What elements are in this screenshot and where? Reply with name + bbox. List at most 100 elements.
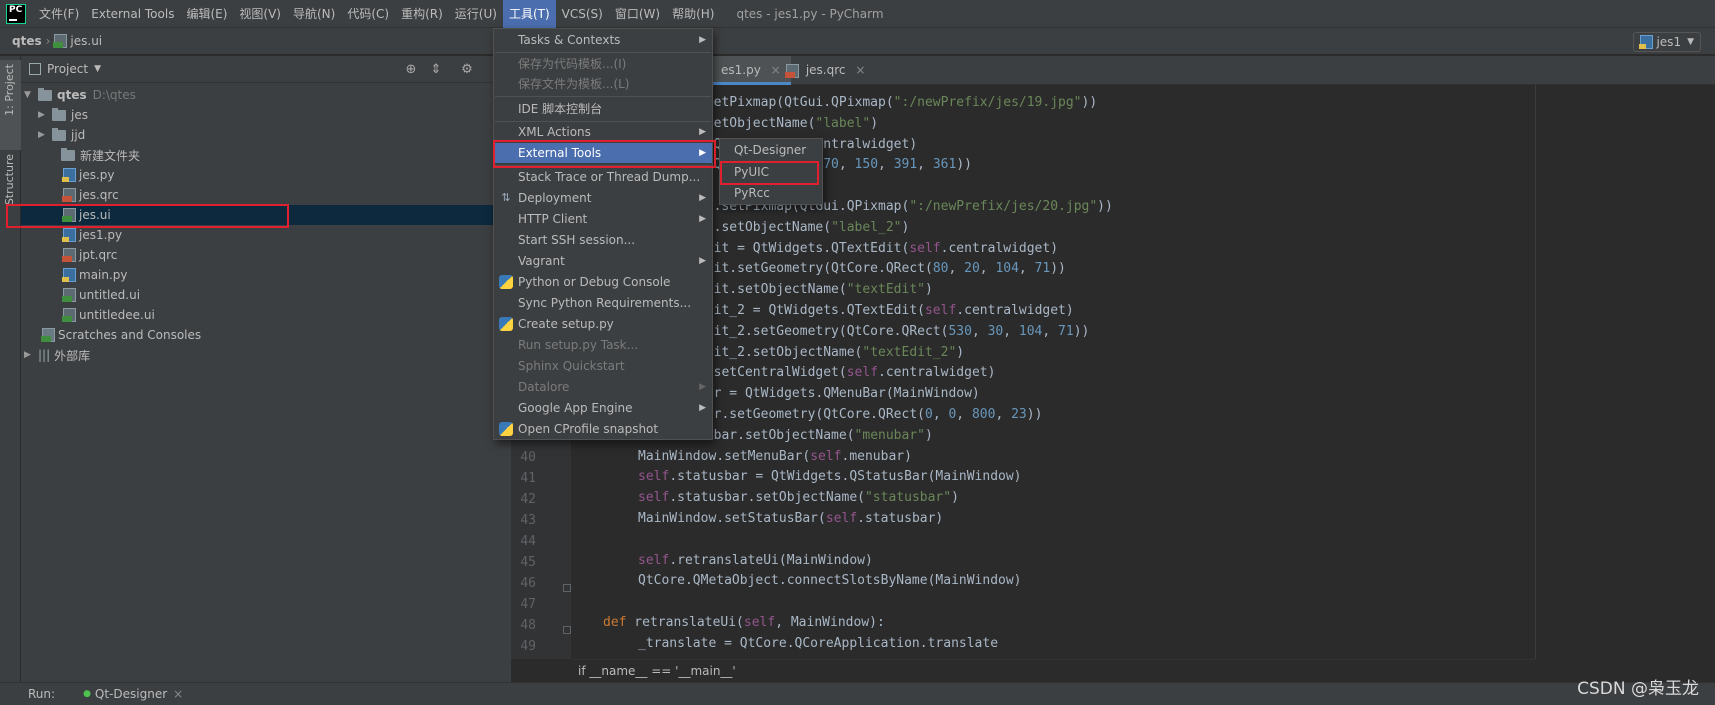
menu-item-python-console[interactable]: Python or Debug Console [494,272,712,292]
collapse-all-icon[interactable]: ⇕ [428,62,444,78]
menu-refactor[interactable]: 重构(R) [395,0,449,28]
fold-marker-icon[interactable] [563,584,571,592]
code-line: self.statusbar.setObjectName("statusbar"… [638,490,959,506]
tree-item[interactable]: jpt.qrc [21,245,511,265]
close-icon[interactable]: × [855,63,865,77]
python-icon [499,275,513,289]
menu-item-create-setup[interactable]: Create setup.py [494,314,712,334]
tab-label: jes.qrc [805,63,846,77]
submenu-item-qt-designer[interactable]: Qt-Designer [720,140,822,161]
menu-item-start-ssh[interactable]: Start SSH session... [494,230,712,250]
code-line: _2.setObjectName("label_2") [698,219,910,235]
tree-item[interactable]: 新建文件夹 [21,145,511,165]
tree-item[interactable]: ▶ jjd [21,125,511,145]
project-panel: Project ▼ ⊕ ⇕ ⚙ ▼ qtes D:\qtes ▶ jes ▶ j… [21,56,511,682]
tree-external-libs[interactable]: ▶ ||| 外部库 [21,345,511,365]
menu-item-xml-actions[interactable]: XML Actions ▶ [494,122,712,142]
watermark: CSDN @枭玉龙 [1577,679,1699,699]
code-breadcrumb[interactable]: if __name__ == '__main__' [571,659,1535,682]
menu-window[interactable]: 窗口(W) [609,0,666,28]
menu-code[interactable]: 代码(C) [341,0,395,28]
library-icon: ||| [38,348,51,362]
menu-item-tasks-contexts[interactable]: Tasks & Contexts ▶ [494,30,712,50]
tab-project[interactable]: 1: Project [3,64,16,116]
python-icon [499,422,513,436]
locate-icon[interactable]: ⊕ [403,62,419,78]
menu-view[interactable]: 视图(V) [233,0,287,28]
tree-item-label: 新建文件夹 [80,148,141,163]
menu-edit[interactable]: 编辑(E) [180,0,233,28]
fold-marker-icon[interactable] [563,626,571,634]
code-line: bar = QtWidgets.QMenuBar(MainWindow) [698,386,980,402]
menu-item-open-cprofile[interactable]: Open CProfile snapshot [494,419,712,439]
line-number: 47 [520,597,536,612]
tree-root-name: qtes [57,88,87,102]
line-number: 44 [520,534,536,549]
code-line: nubar.setObjectName("menubar") [698,427,933,443]
tree-item[interactable]: ▶ jes [21,105,511,125]
menu-item-ide-script-console[interactable]: IDE 脚本控制台 [494,99,712,119]
ui-file-icon [62,308,76,322]
ui-file-icon [53,34,68,48]
line-number: 46 [520,576,536,591]
menu-separator [495,96,711,97]
annotation-highlight-box [720,161,819,185]
tree-item[interactable]: untitled.ui [21,285,511,305]
menu-item-google-app-engine[interactable]: Google App Engine ▶ [494,398,712,418]
window-title: qtes - jes1.py - PyCharm [736,6,884,21]
run-config-selector[interactable]: jes1 ▼ [1633,32,1701,52]
tree-item[interactable]: jes.qrc [21,185,511,205]
project-view-icon [29,63,41,75]
tree-scratches[interactable]: Scratches and Consoles [21,325,511,345]
close-icon[interactable]: × [173,687,183,701]
tree-item[interactable]: jes1.py [21,225,511,245]
code-line: QtCore.QMetaObject.connectSlotsByName(Ma… [638,573,1022,589]
submenu-item-pyrcc[interactable]: PyRcc [720,183,822,204]
annotation-highlight-box [493,140,716,168]
menu-file[interactable]: 文件(F) [33,0,85,28]
chevron-down-icon[interactable]: ▼ [94,64,101,74]
breadcrumb-project[interactable]: qtes [12,34,42,48]
menu-item-vagrant[interactable]: Vagrant ▶ [494,251,712,271]
run-tab[interactable]: Qt-Designer [95,687,167,701]
tree-item-label: jes.qrc [79,188,119,202]
menu-item-stack-trace[interactable]: Stack Trace or Thread Dump... [494,167,712,187]
breadcrumb-file[interactable]: jes.ui [70,34,102,48]
code-line: self.retranslateUi(MainWindow) [638,552,873,568]
tree-item-label: untitled.ui [79,288,141,302]
menu-item-deployment[interactable]: ⇅ Deployment ▶ [494,188,712,208]
python-file-icon [62,268,76,282]
tree-item[interactable]: jes.py [21,165,511,185]
chevron-right-icon: ▶ [24,350,31,360]
menu-item-sphinx: Sphinx Quickstart [518,359,625,373]
menu-item-http-client[interactable]: HTTP Client ▶ [494,209,712,229]
submenu-arrow-icon: ▶ [699,403,706,413]
chevron-down-icon: ▼ [1687,37,1694,47]
code-line: w.setCentralWidget(self.centralwidget) [698,365,996,381]
menu-vcs[interactable]: VCS(S) [556,0,609,28]
navigation-bar: qtes › jes.ui jes1 ▼ [0,28,1715,55]
line-number: 49 [520,639,536,654]
menu-external-tools[interactable]: External Tools [85,0,180,28]
code-line: _translate = QtCore.QCoreApplication.tra… [638,635,999,651]
menu-tools[interactable]: 工具(T) [502,0,556,28]
menu-navigate[interactable]: 导航(N) [287,0,341,28]
submenu-arrow-icon: ▶ [699,256,706,266]
gear-icon[interactable]: ⚙ [459,62,475,78]
line-number: 41 [520,471,536,486]
code-line: Edit_2.setObjectName("textEdit_2") [698,344,965,360]
tree-item[interactable]: untitledee.ui [21,305,511,325]
python-file-icon [1639,35,1654,49]
tree-item[interactable]: main.py [21,265,511,285]
tree-item-label: jpt.qrc [79,248,118,262]
code-line: MainWindow.setStatusBar(self.statusbar) [638,511,944,526]
tree-root[interactable]: ▼ qtes D:\qtes [21,85,511,105]
tab-jes-qrc[interactable]: jes.qrc × [776,56,875,85]
menu-run[interactable]: 运行(U) [449,0,503,28]
project-panel-title[interactable]: Project [47,62,88,76]
qrc-file-icon [62,248,76,262]
menu-help[interactable]: 帮助(H) [666,0,720,28]
tab-structure[interactable]: Structure [3,154,16,205]
menu-item-sync-requirements[interactable]: Sync Python Requirements... [494,293,712,313]
deployment-icon: ⇅ [501,191,511,204]
